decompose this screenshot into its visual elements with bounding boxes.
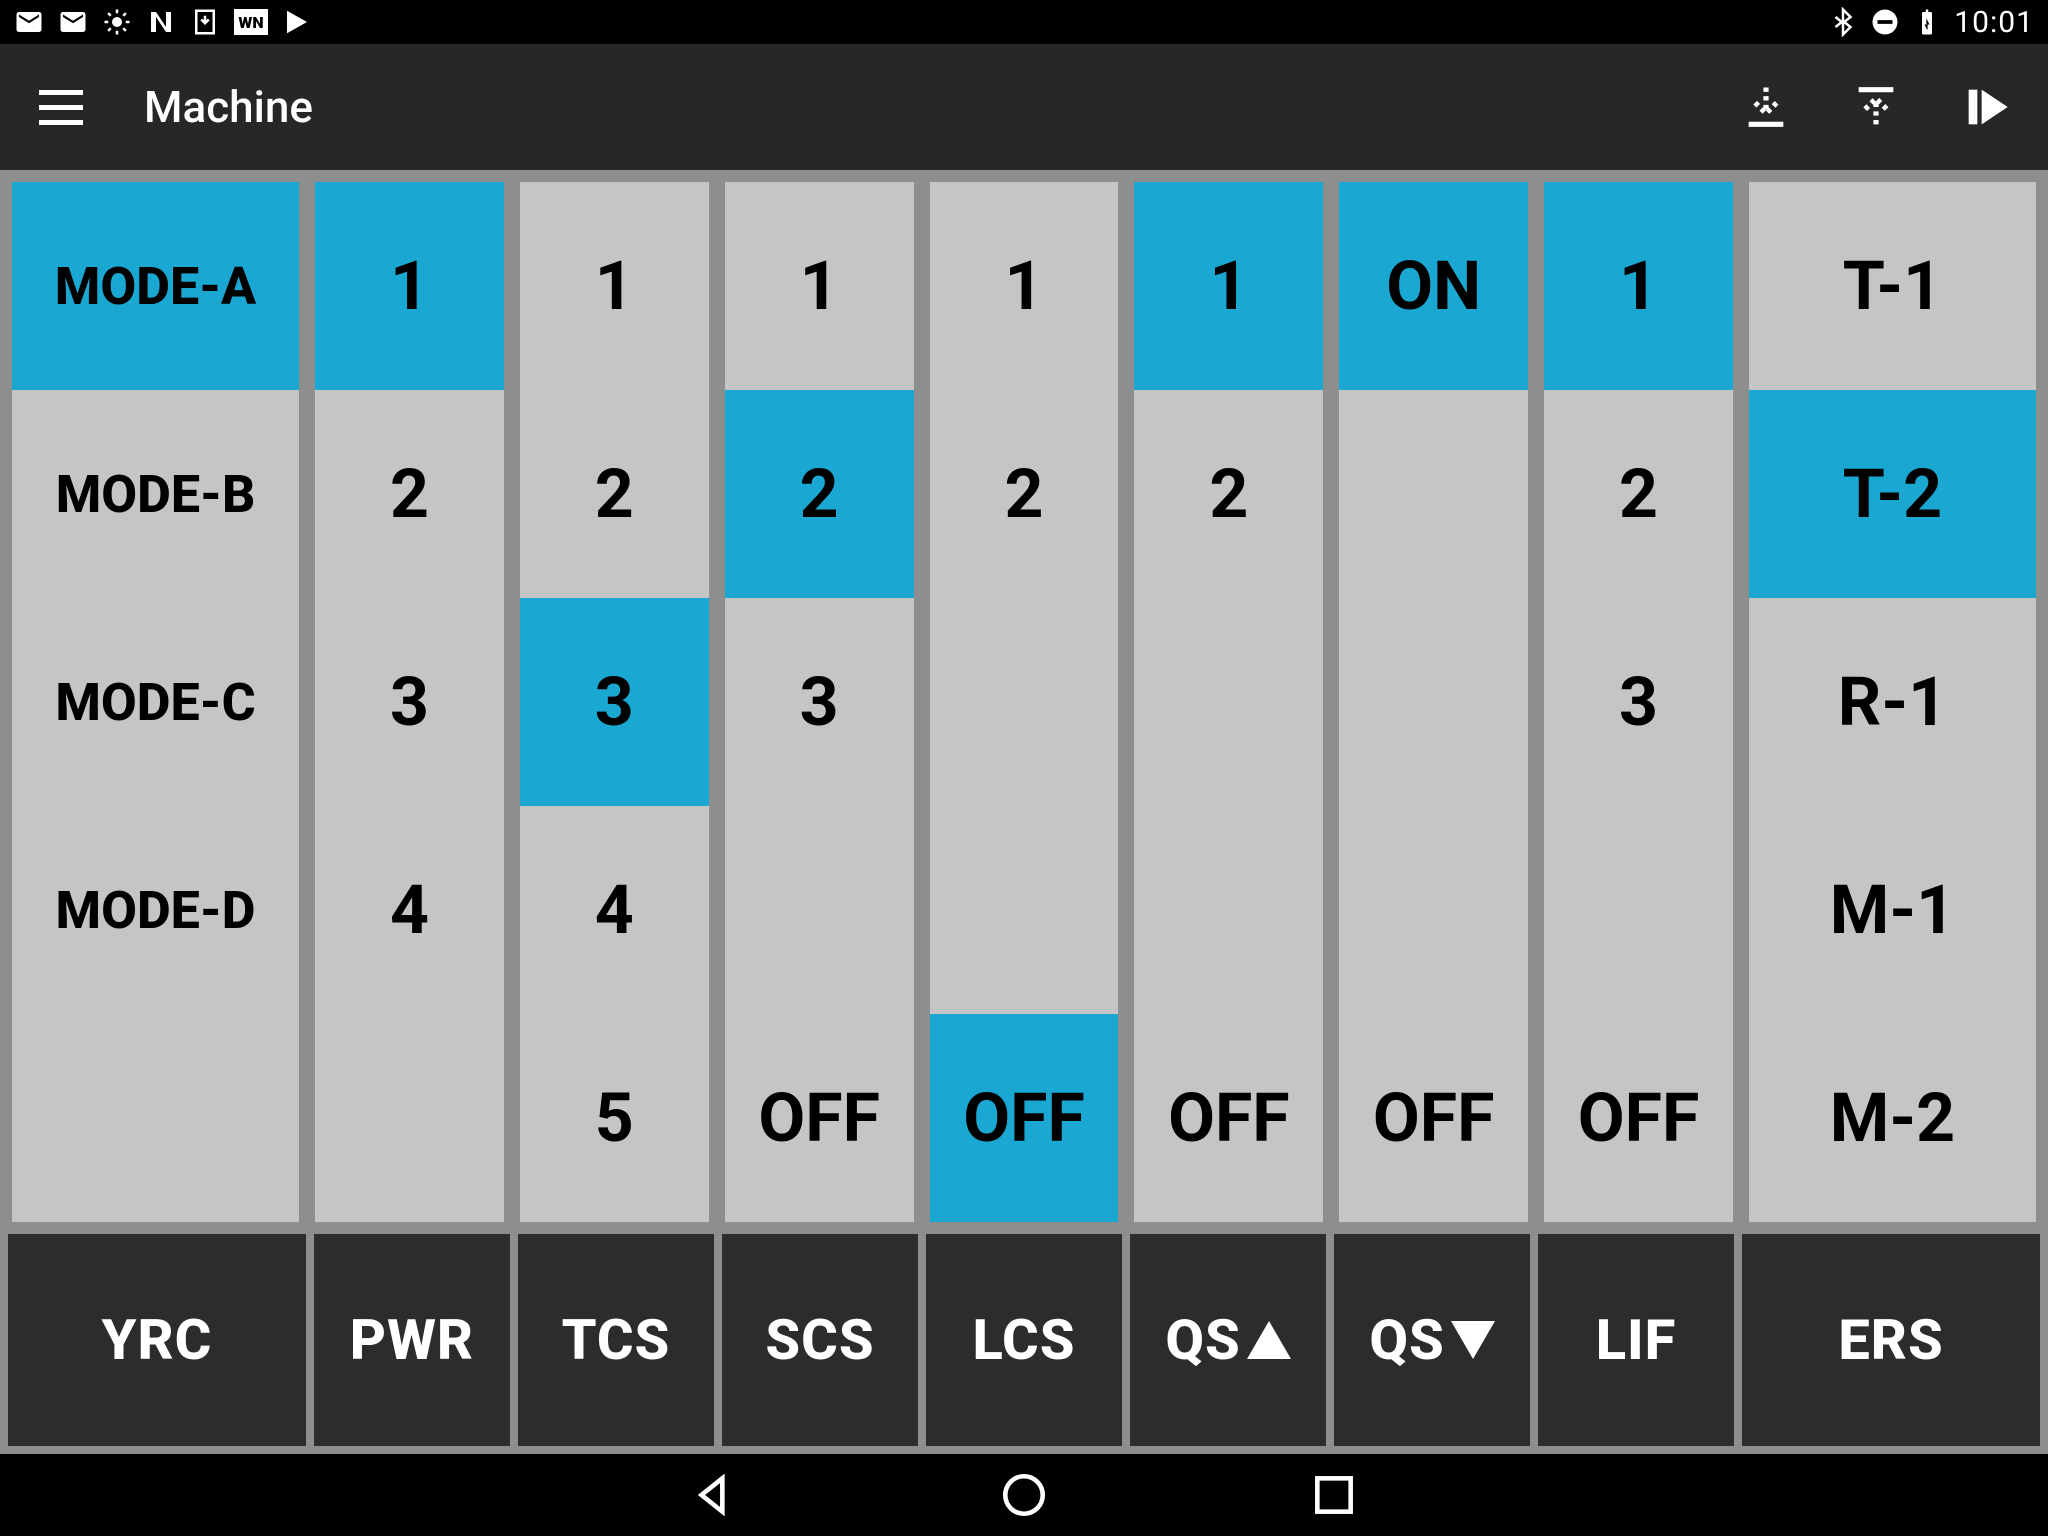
android-nav-bar — [0, 1454, 2048, 1536]
option-pwr-1[interactable]: 2 — [315, 390, 504, 598]
option-qsd-0[interactable]: ON — [1339, 182, 1528, 390]
app-title: Machine — [144, 81, 1740, 133]
option-yrc-3[interactable]: MODE-D — [12, 806, 299, 1014]
bluetooth-icon — [1828, 7, 1858, 37]
column-qsu: 12 OFF — [1130, 178, 1327, 1226]
option-pwr-0[interactable]: 1 — [315, 182, 504, 390]
option-qsu-2 — [1134, 598, 1323, 806]
app-n-icon — [146, 7, 176, 37]
download-icon — [190, 7, 220, 37]
option-lif-2[interactable]: 3 — [1544, 598, 1733, 806]
option-tcs-3[interactable]: 4 — [520, 806, 709, 1014]
option-qsu-0[interactable]: 1 — [1134, 182, 1323, 390]
option-qsu-1[interactable]: 2 — [1134, 390, 1323, 598]
option-lcs-0[interactable]: 1 — [930, 182, 1119, 390]
play-button[interactable] — [1960, 81, 2012, 133]
column-header-tcs[interactable]: TCS — [518, 1234, 714, 1446]
option-qsd-1 — [1339, 390, 1528, 598]
option-qsd-3 — [1339, 806, 1528, 1014]
column-ers: T-1T-2R-1M-1M-2 — [1745, 178, 2040, 1226]
option-scs-1[interactable]: 2 — [725, 390, 914, 598]
option-qsu-4[interactable]: OFF — [1134, 1014, 1323, 1222]
option-yrc-0[interactable]: MODE-A — [12, 182, 299, 390]
brightness-icon — [102, 7, 132, 37]
option-scs-3 — [725, 806, 914, 1014]
option-qsd-2 — [1339, 598, 1528, 806]
column-header-scs[interactable]: SCS — [722, 1234, 918, 1446]
column-header-lif[interactable]: LIF — [1538, 1234, 1734, 1446]
option-lcs-3 — [930, 806, 1119, 1014]
play-store-icon — [282, 7, 312, 37]
option-tcs-1[interactable]: 2 — [520, 390, 709, 598]
option-ers-2[interactable]: R-1 — [1749, 598, 2036, 806]
column-yrc: MODE-AMODE-BMODE-CMODE-D — [8, 178, 303, 1226]
option-scs-0[interactable]: 1 — [725, 182, 914, 390]
option-pwr-2[interactable]: 3 — [315, 598, 504, 806]
column-header-qsu[interactable]: QS — [1130, 1234, 1326, 1446]
settings-grid: MODE-AMODE-BMODE-CMODE-D123412345123OFF1… — [0, 170, 2048, 1454]
column-header-yrc[interactable]: YRC — [8, 1234, 306, 1446]
option-tcs-4[interactable]: 5 — [520, 1014, 709, 1222]
nav-back-button[interactable] — [689, 1470, 739, 1520]
upload-button[interactable] — [1850, 81, 1902, 133]
triangle-up-icon — [1247, 1321, 1291, 1359]
wn-icon: WN — [234, 9, 268, 35]
option-ers-4[interactable]: M-2 — [1749, 1014, 2036, 1222]
option-qsd-4[interactable]: OFF — [1339, 1014, 1528, 1222]
column-header-qsd[interactable]: QS — [1334, 1234, 1530, 1446]
column-pwr: 1234 — [311, 178, 508, 1226]
option-lif-3 — [1544, 806, 1733, 1014]
battery-icon — [1912, 7, 1942, 37]
column-tcs: 12345 — [516, 178, 713, 1226]
nav-home-button[interactable] — [999, 1470, 1049, 1520]
option-lif-1[interactable]: 2 — [1544, 390, 1733, 598]
option-tcs-2[interactable]: 3 — [520, 598, 709, 806]
option-pwr-4 — [315, 1014, 504, 1222]
column-header-ers[interactable]: ERS — [1742, 1234, 2040, 1446]
option-tcs-0[interactable]: 1 — [520, 182, 709, 390]
option-qsu-3 — [1134, 806, 1323, 1014]
option-yrc-1[interactable]: MODE-B — [12, 390, 299, 598]
triangle-down-icon — [1451, 1321, 1495, 1359]
option-scs-2[interactable]: 3 — [725, 598, 914, 806]
option-lif-4[interactable]: OFF — [1544, 1014, 1733, 1222]
option-lcs-2 — [930, 598, 1119, 806]
menu-button[interactable] — [36, 82, 86, 132]
option-scs-4[interactable]: OFF — [725, 1014, 914, 1222]
app-bar: Machine — [0, 44, 2048, 170]
android-status-bar: WN 10:01 — [0, 0, 2048, 44]
column-lcs: 12 OFF — [926, 178, 1123, 1226]
column-scs: 123 OFF — [721, 178, 918, 1226]
download-button[interactable] — [1740, 81, 1792, 133]
option-ers-1[interactable]: T-2 — [1749, 390, 2036, 598]
column-qsd: ON OFF — [1335, 178, 1532, 1226]
option-lcs-1[interactable]: 2 — [930, 390, 1119, 598]
option-lcs-4[interactable]: OFF — [930, 1014, 1119, 1222]
column-lif: 123 OFF — [1540, 178, 1737, 1226]
dnd-icon — [1870, 7, 1900, 37]
nav-recent-button[interactable] — [1309, 1470, 1359, 1520]
column-header-pwr[interactable]: PWR — [314, 1234, 510, 1446]
option-ers-3[interactable]: M-1 — [1749, 806, 2036, 1014]
option-lif-0[interactable]: 1 — [1544, 182, 1733, 390]
option-yrc-2[interactable]: MODE-C — [12, 598, 299, 806]
column-header-lcs[interactable]: LCS — [926, 1234, 1122, 1446]
option-pwr-3[interactable]: 4 — [315, 806, 504, 1014]
option-ers-0[interactable]: T-1 — [1749, 182, 2036, 390]
status-time: 10:01 — [1954, 5, 2034, 40]
mail-icon — [58, 7, 88, 37]
mail-icon — [14, 7, 44, 37]
option-yrc-4 — [12, 1014, 299, 1222]
